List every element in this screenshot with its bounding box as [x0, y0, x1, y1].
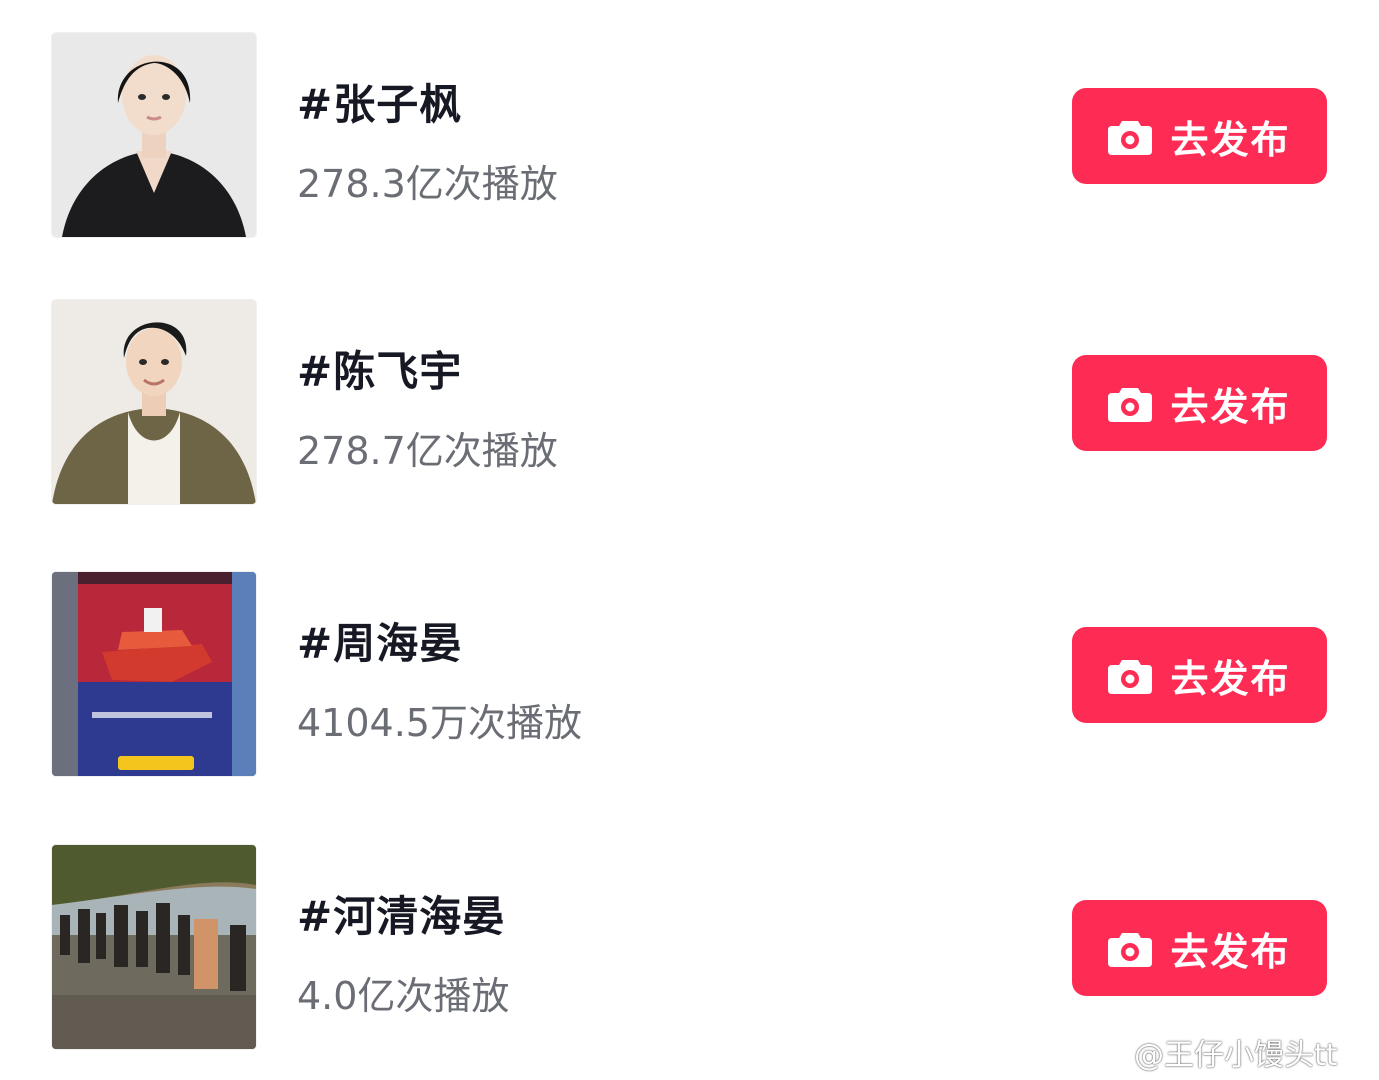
topic-row[interactable]: #河清海晏 4.0亿次播放 去发布 — [0, 845, 1379, 1051]
camera-icon — [1108, 933, 1153, 967]
game-screenshot-image — [52, 572, 256, 776]
topic-thumbnail[interactable] — [52, 300, 256, 504]
publish-button-label: 去发布 — [1170, 929, 1291, 974]
topic-thumbnail[interactable] — [52, 572, 256, 776]
watermark-text: @王仔小馒头tt — [1134, 1038, 1338, 1073]
topic-title[interactable]: #张子枫 — [297, 71, 462, 132]
publish-button[interactable]: 去发布 — [1072, 355, 1327, 451]
publish-button[interactable]: 去发布 — [1072, 88, 1327, 184]
topic-row[interactable]: #陈飞宇 278.7亿次播放 去发布 — [0, 300, 1379, 506]
publish-button-label: 去发布 — [1170, 117, 1291, 162]
weibo-icon — [1090, 1038, 1128, 1068]
man-portrait-image — [52, 300, 256, 504]
topic-thumbnail[interactable] — [52, 845, 256, 1049]
topic-thumbnail[interactable] — [52, 33, 256, 237]
topic-title[interactable]: #河清海晏 — [297, 883, 505, 944]
publish-button[interactable]: 去发布 — [1072, 627, 1327, 723]
topic-row[interactable]: #周海晏 4104.5万次播放 去发布 — [0, 572, 1379, 778]
publish-button[interactable]: 去发布 — [1072, 900, 1327, 996]
topic-row[interactable]: #张子枫 278.3亿次播放 去发布 — [0, 33, 1379, 239]
topic-title[interactable]: #陈飞宇 — [297, 338, 462, 399]
crowd-on-beach-image — [52, 845, 256, 1049]
publish-button-label: 去发布 — [1170, 656, 1291, 701]
camera-icon — [1108, 660, 1153, 694]
topic-title[interactable]: #周海晏 — [297, 610, 462, 671]
camera-icon — [1108, 121, 1153, 155]
weibo-watermark: @王仔小馒头tt — [1090, 1032, 1338, 1073]
view-count: 4104.5万次播放 — [297, 701, 582, 745]
view-count: 278.3亿次播放 — [297, 162, 558, 206]
view-count: 278.7亿次播放 — [297, 429, 558, 473]
publish-button-label: 去发布 — [1170, 384, 1291, 429]
woman-portrait-image — [52, 33, 256, 237]
view-count: 4.0亿次播放 — [297, 974, 510, 1018]
camera-icon — [1108, 388, 1153, 422]
